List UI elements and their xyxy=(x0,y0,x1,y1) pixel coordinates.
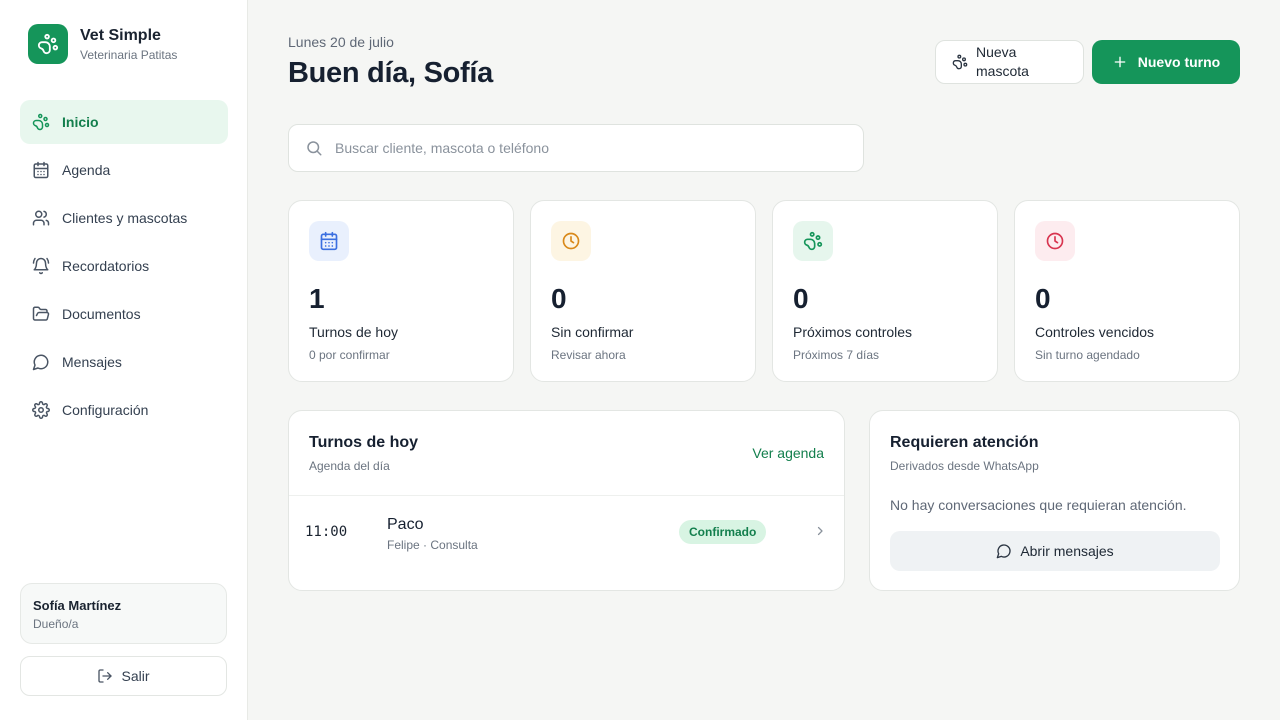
stat-card-proximos-controles[interactable]: 0 Próximos controles Próximos 7 días xyxy=(772,200,998,382)
search-input[interactable] xyxy=(335,140,835,156)
stat-icon-box xyxy=(551,221,591,261)
sidebar-item-label: Agenda xyxy=(62,162,111,178)
appointment-detail: Felipe · Consulta xyxy=(387,538,478,552)
sidebar-item-label: Inicio xyxy=(62,114,99,130)
today-appointments-panel: Turnos de hoy Agenda del día Ver agenda … xyxy=(288,410,845,591)
panel-subtitle: Derivados desde WhatsApp xyxy=(890,459,1039,473)
appointment-time: 11:00 xyxy=(305,524,348,540)
stat-value: 0 xyxy=(551,283,567,314)
sidebar-item-label: Configuración xyxy=(62,402,149,418)
users-icon xyxy=(32,210,50,226)
view-agenda-link[interactable]: Ver agenda xyxy=(752,445,824,461)
new-appointment-label: Nuevo turno xyxy=(1137,54,1221,70)
calendar-icon xyxy=(320,231,338,251)
paw-icon xyxy=(803,231,823,251)
plus-icon xyxy=(1114,56,1126,68)
stat-subtext: Sin turno agendado xyxy=(1035,348,1140,362)
new-pet-button[interactable]: Nueva mascota xyxy=(935,40,1084,84)
stat-label: Turnos de hoy xyxy=(309,324,398,340)
brand-logo xyxy=(28,24,68,64)
calendar-icon xyxy=(33,161,49,179)
user-name: Sofía Martínez xyxy=(33,598,122,613)
stat-subtext: Revisar ahora xyxy=(551,348,626,362)
logout-icon xyxy=(98,669,113,683)
sidebar-item-mensajes[interactable]: Mensajes xyxy=(20,340,228,384)
sidebar-item-recordatorios[interactable]: Recordatorios xyxy=(20,244,228,288)
folder-icon xyxy=(32,306,50,321)
stat-card-controles-vencidos[interactable]: 0 Controles vencidos Sin turno agendado xyxy=(1014,200,1240,382)
new-pet-label: Nueva mascota xyxy=(976,44,1029,79)
sidebar-item-label: Documentos xyxy=(62,306,141,322)
sidebar-item-configuracion[interactable]: Configuración xyxy=(20,388,228,432)
clock-icon xyxy=(1046,232,1064,250)
current-date: Lunes 20 de julio xyxy=(288,34,394,50)
brand[interactable]: Vet Simple Veterinaria Patitas xyxy=(28,24,177,64)
empty-state-text: No hay conversaciones que requieran aten… xyxy=(890,497,1187,513)
brand-subtitle: Veterinaria Patitas xyxy=(80,47,178,62)
appointment-row[interactable]: 11:00 Paco Felipe · Consulta Confirmado xyxy=(289,496,844,566)
search-bar xyxy=(288,124,864,172)
chevron-right-icon xyxy=(817,526,823,536)
bell-icon xyxy=(32,257,50,275)
user-role: Dueño/a xyxy=(33,617,79,631)
stat-icon-box xyxy=(793,221,833,261)
brand-name: Vet Simple xyxy=(80,26,161,44)
message-icon xyxy=(32,354,49,371)
stat-value: 0 xyxy=(793,283,809,314)
sidebar-item-documentos[interactable]: Documentos xyxy=(20,292,228,336)
sidebar: Vet Simple Veterinaria Patitas Inicio Ag… xyxy=(0,0,248,720)
sidebar-item-label: Recordatorios xyxy=(62,258,150,274)
stat-card-sin-confirmar[interactable]: 0 Sin confirmar Revisar ahora xyxy=(530,200,756,382)
panel-title: Turnos de hoy xyxy=(309,434,419,451)
logout-button[interactable]: Salir xyxy=(20,656,227,696)
user-card: Sofía Martínez Dueño/a xyxy=(20,583,227,644)
sidebar-item-label: Clientes y mascotas xyxy=(62,210,188,226)
paw-icon xyxy=(32,113,50,131)
search-icon xyxy=(307,141,322,156)
sidebar-nav: Inicio Agenda Clientes y mascotas Record… xyxy=(20,100,228,436)
status-badge: Confirmado xyxy=(679,520,767,544)
gear-icon xyxy=(32,401,50,419)
stat-label: Controles vencidos xyxy=(1035,324,1155,340)
attention-panel: Requieren atención Derivados desde Whats… xyxy=(869,410,1240,591)
stat-label: Próximos controles xyxy=(793,324,913,340)
logout-label: Salir xyxy=(121,668,150,684)
page-title: Buen día, Sofía xyxy=(288,57,493,89)
paw-icon xyxy=(37,33,59,55)
panel-title: Requieren atención xyxy=(890,434,1039,451)
stat-icon-box xyxy=(309,221,349,261)
stat-value: 1 xyxy=(309,283,325,314)
appointment-pet: Paco xyxy=(387,516,424,533)
sidebar-item-label: Mensajes xyxy=(62,354,122,370)
stat-icon-box xyxy=(1035,221,1075,261)
stat-value: 0 xyxy=(1035,283,1051,314)
panel-subtitle: Agenda del día xyxy=(309,459,390,473)
paw-icon xyxy=(952,54,968,70)
clock-icon xyxy=(562,232,580,250)
open-messages-button[interactable]: Abrir mensajes xyxy=(890,531,1220,571)
stat-subtext: Próximos 7 días xyxy=(793,348,880,362)
stat-label: Sin confirmar xyxy=(551,324,634,340)
stat-card-turnos-hoy[interactable]: 1 Turnos de hoy 0 por confirmar xyxy=(288,200,514,382)
sidebar-item-clientes[interactable]: Clientes y mascotas xyxy=(20,196,228,240)
sidebar-item-agenda[interactable]: Agenda xyxy=(20,148,228,192)
new-appointment-button[interactable]: Nuevo turno xyxy=(1092,40,1240,84)
stat-subtext: 0 por confirmar xyxy=(309,348,390,362)
sidebar-item-inicio[interactable]: Inicio xyxy=(20,100,228,144)
message-icon xyxy=(996,544,1011,559)
open-messages-label: Abrir mensajes xyxy=(1020,543,1114,559)
